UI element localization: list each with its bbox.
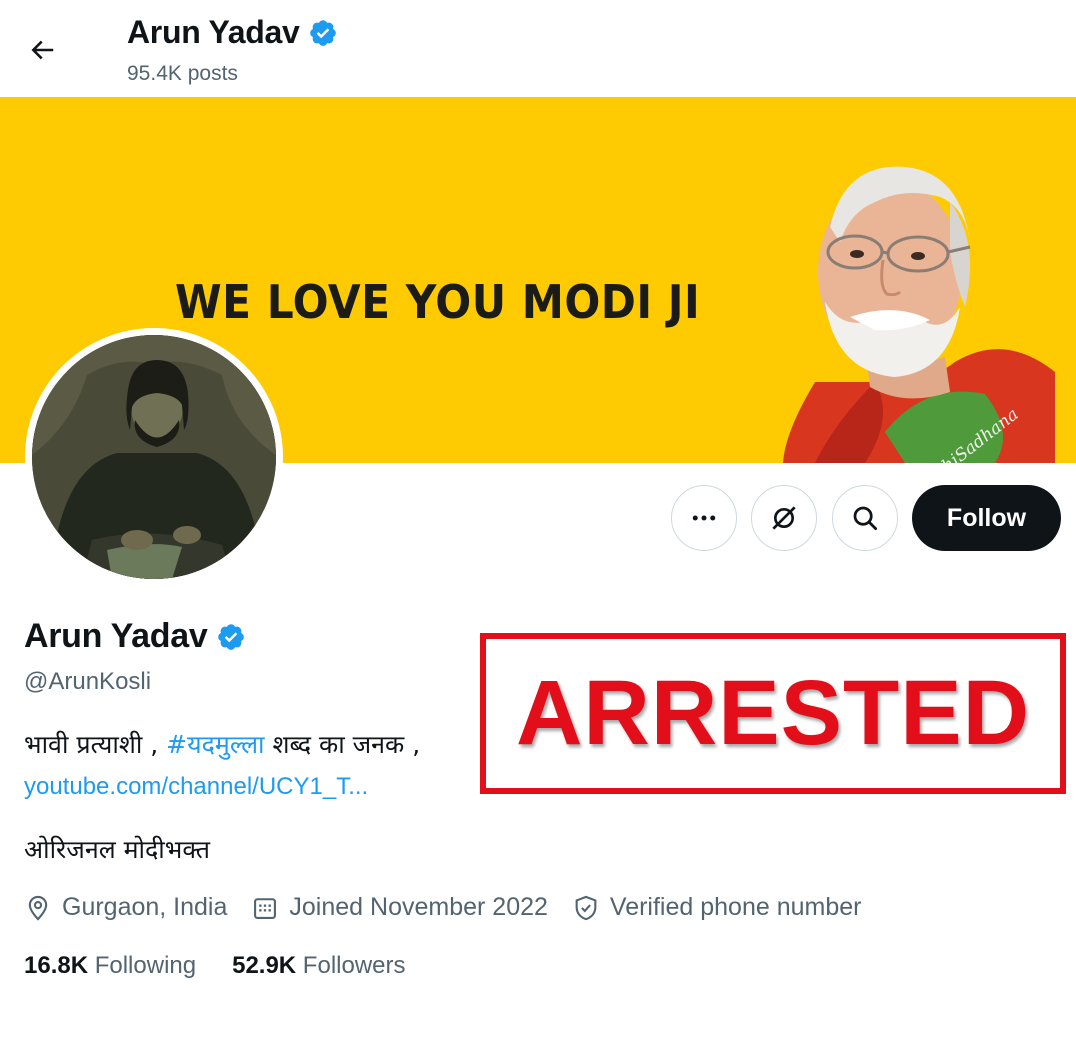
stamp-text: ARRESTED [515, 662, 1031, 764]
profile-handle: @ArunKosli [24, 668, 152, 695]
banner-headline: WE LOVE YOU MODI JI [175, 275, 701, 329]
verified-phone-text: Verified phone number [609, 893, 862, 921]
bio-text: भावी प्रत्याशी , [24, 730, 167, 759]
bio-youtube-link[interactable]: youtube.com/channel/UCY1_T... [24, 766, 484, 808]
verified-badge-icon [309, 19, 336, 46]
profile-name-row: Arun Yadav [24, 617, 246, 656]
follow-stats: 16.8K Following 52.9K Followers [24, 952, 442, 980]
location-pin-icon [28, 895, 48, 921]
search-profile-button[interactable] [832, 485, 898, 551]
joined-item: Joined November 2022 [251, 893, 548, 922]
arrested-stamp: ARRESTED [480, 633, 1066, 794]
header-title-row: Arun Yadav [127, 14, 338, 51]
following-label: Following [88, 952, 197, 979]
location-item: Gurgaon, India [24, 893, 227, 922]
calendar-icon [254, 897, 277, 919]
followers-count: 52.9K [232, 952, 297, 979]
back-arrow-icon [31, 40, 54, 60]
post-count: 95.4K posts [127, 62, 238, 85]
following-count: 16.8K [24, 952, 89, 979]
avatar-photo [32, 335, 276, 579]
grok-icon [772, 506, 796, 530]
bio-text-suffix: शब्द का जनक , [264, 730, 421, 759]
grok-button[interactable] [751, 485, 817, 551]
back-button[interactable] [22, 30, 62, 70]
profile-meta: Gurgaon, India Joined November 2022 Veri… [24, 893, 885, 922]
more-horizontal-icon [692, 515, 716, 521]
following-link[interactable]: 16.8K Following [24, 952, 196, 980]
bio-second-line: ओरिजनल मोदीभक्त [24, 835, 210, 864]
profile-bio: भावी प्रत्याशी , #यदमुल्ला शब्द का जनक ,… [24, 724, 484, 808]
followers-link[interactable]: 52.9K Followers [232, 952, 405, 980]
bio-hashtag-link[interactable]: #यदमुल्ला [166, 730, 264, 759]
verified-phone-item[interactable]: Verified phone number [572, 893, 862, 922]
shield-check-icon [575, 895, 597, 920]
top-bar: Arun Yadav 95.4K posts [0, 0, 1076, 96]
header-name: Arun Yadav [127, 14, 300, 50]
joined-text: Joined November 2022 [289, 893, 548, 921]
verified-badge-icon[interactable] [216, 622, 246, 652]
location-text: Gurgaon, India [62, 893, 228, 921]
search-icon [853, 506, 877, 530]
more-options-button[interactable] [671, 485, 737, 551]
avatar[interactable] [25, 328, 283, 586]
followers-label: Followers [296, 952, 406, 979]
follow-button[interactable]: Follow [912, 485, 1061, 551]
profile-name: Arun Yadav [24, 617, 208, 655]
